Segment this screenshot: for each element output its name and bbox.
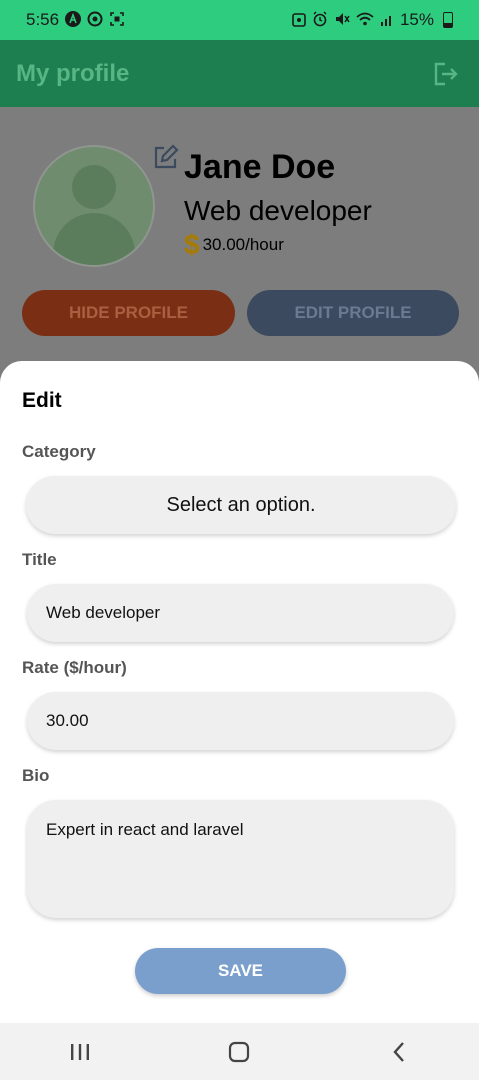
alarm-icon (312, 10, 328, 30)
status-time: 5:56 (26, 10, 60, 29)
alarm-lock-icon (292, 11, 306, 30)
title-input[interactable]: Web developer (27, 584, 454, 642)
hide-profile-button[interactable]: HIDE PROFILE (22, 290, 235, 336)
status-bar-right: 15% (292, 10, 453, 30)
battery-percent: 15% (399, 10, 434, 29)
avatar-body (53, 213, 135, 265)
battery-icon (443, 12, 453, 28)
app-bar: My profile (0, 40, 479, 107)
status-bar: 5:56 15% (0, 0, 479, 40)
sync-icon (87, 11, 103, 30)
bio-textarea[interactable]: Expert in react and laravel (27, 800, 454, 918)
avatar-head (72, 165, 116, 209)
a-badge-icon (65, 10, 82, 30)
dollar-icon: $ (184, 229, 200, 260)
signal-icon (380, 11, 394, 30)
wifi-icon (356, 11, 374, 30)
rate-label: Rate ($/hour) (22, 658, 127, 677)
profile-rate: 30.00/hour (202, 235, 284, 254)
status-bar-left: 5:56 (26, 10, 125, 30)
sheet-title: Edit (22, 389, 62, 412)
edit-profile-button[interactable]: EDIT PROFILE (247, 290, 459, 336)
avatar (33, 145, 155, 267)
category-label: Category (22, 442, 96, 461)
edit-bottom-sheet: Edit Category Select an option. Title We… (0, 361, 479, 1023)
profile-rate-row: $ 30.00/hour (184, 229, 284, 261)
system-nav-bar (0, 1023, 479, 1080)
bio-label: Bio (22, 766, 50, 785)
category-select[interactable]: Select an option. (26, 476, 456, 534)
rate-input[interactable]: 30.00 (27, 692, 454, 750)
mute-icon (334, 11, 350, 30)
title-label: Title (22, 550, 57, 569)
profile-name: Jane Doe (184, 148, 336, 186)
home-icon[interactable] (209, 1032, 269, 1072)
recents-icon[interactable] (50, 1032, 110, 1072)
profile-job-title: Web developer (184, 195, 372, 226)
back-icon[interactable] (369, 1032, 429, 1072)
logout-icon[interactable] (431, 60, 459, 88)
edit-pencil-icon[interactable] (152, 143, 180, 171)
save-button[interactable]: SAVE (135, 948, 346, 994)
screenshot-icon (109, 11, 125, 30)
page-title: My profile (16, 59, 130, 87)
